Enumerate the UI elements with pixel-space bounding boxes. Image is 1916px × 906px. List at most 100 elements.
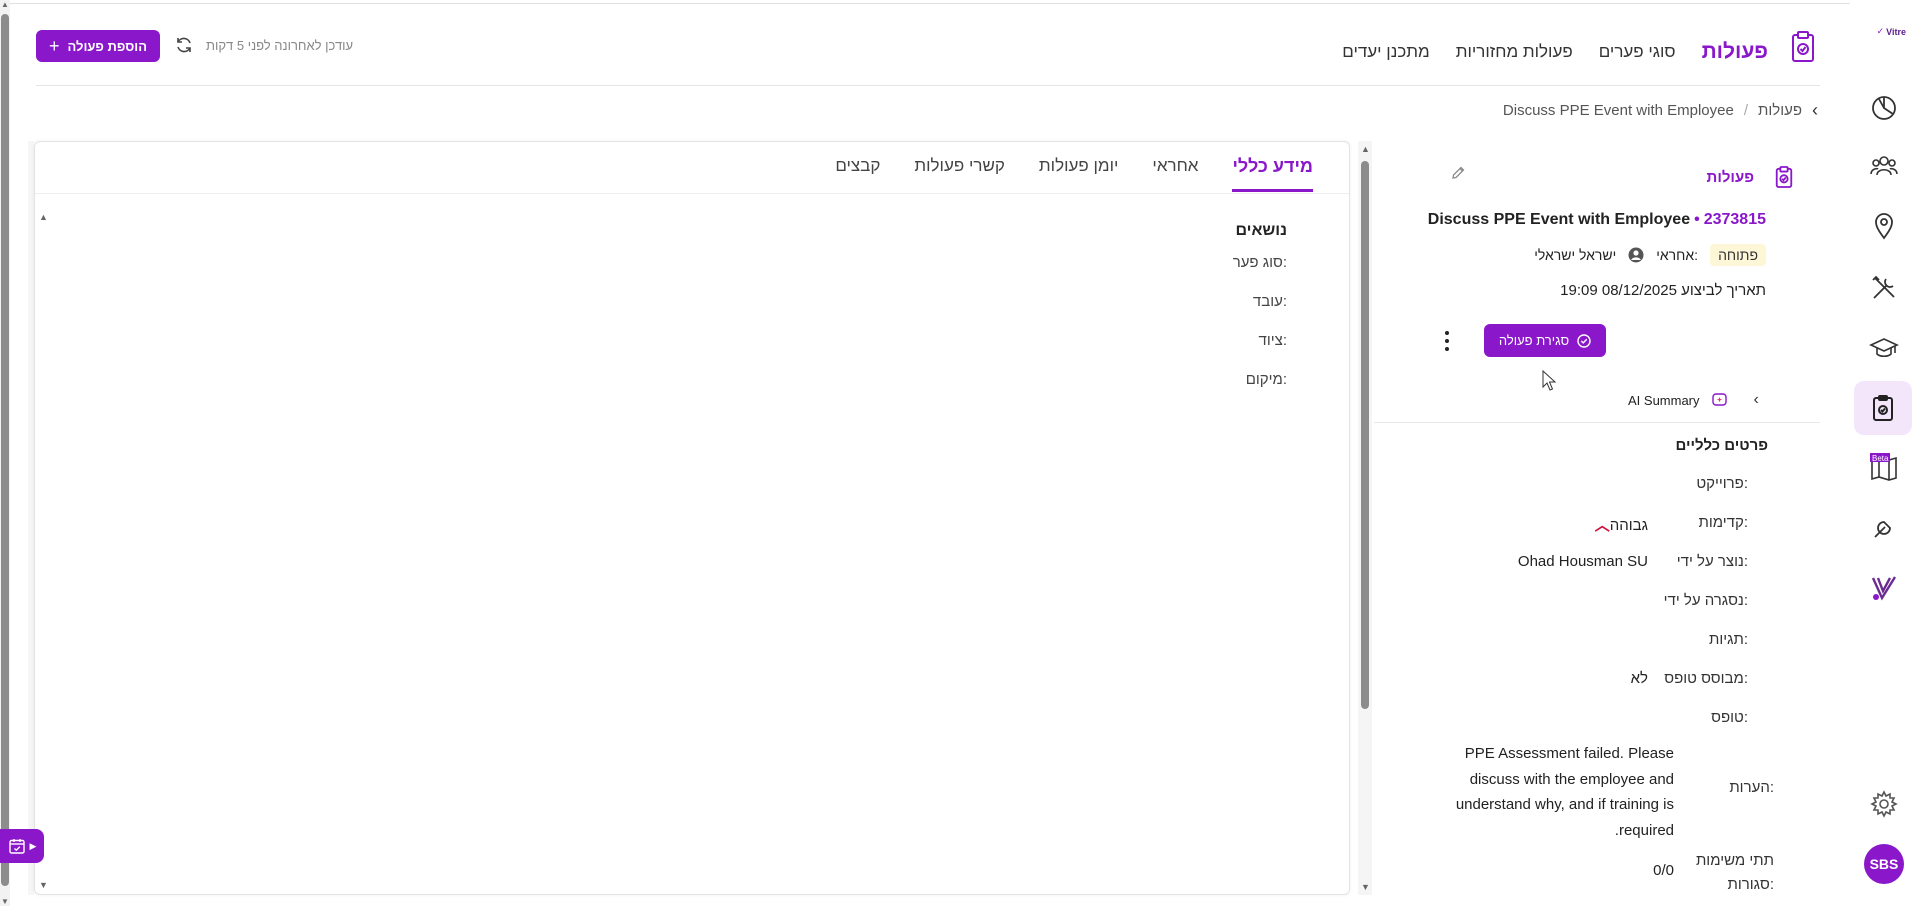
owner-name[interactable]: ישראל ישראלי [1534, 247, 1616, 263]
detail-tags-label: תגיות: [1708, 631, 1748, 648]
due-date: תאריך לביצוע 08/12/2025 19:09 [1560, 282, 1766, 299]
panel-category-row: פעולות [1707, 165, 1794, 189]
topic-gap-type-label: סוג פער: [1232, 254, 1287, 271]
due-date-label: תאריך לביצוע [1681, 282, 1766, 299]
user-avatar[interactable]: SBS [1864, 844, 1904, 884]
panel-scroll-up-arrow[interactable]: ▲ [39, 212, 48, 222]
mouse-cursor-icon [1542, 370, 1557, 391]
tools-icon[interactable] [1864, 268, 1904, 308]
close-action-button[interactable]: סגירת פעולה [1484, 324, 1606, 357]
details-scroll-thumb[interactable] [1361, 161, 1369, 709]
top-border [10, 3, 1916, 4]
priority-text: גבוהה [1609, 517, 1648, 534]
topics-heading: נושאים [1235, 222, 1287, 239]
priority-up-icon: ︿ [1594, 517, 1610, 534]
panel-category-label: פעולות [1706, 168, 1754, 186]
action-title: 2373815•Discuss PPE Event with Employee [1428, 211, 1766, 229]
breadcrumb-root[interactable]: פעולות [1758, 102, 1802, 119]
title-dot: • [1694, 211, 1700, 228]
notes-line: understand why, and if training is [1455, 796, 1674, 813]
header-nav: פעולות סוגי פערים פעולות מחזוריות מתכנן … [1342, 40, 1768, 64]
detail-project: פרוייקט: [1374, 475, 1794, 514]
calendar-check-icon [8, 839, 25, 854]
general-details-heading: פרטים כלליים [1675, 437, 1769, 454]
more-options-icon[interactable] [1440, 328, 1454, 354]
topic-employee-label: עובד: [1252, 293, 1287, 310]
status-row: פתוחה אחראי: ישראל ישראלי [1534, 244, 1766, 266]
tab-action-links[interactable]: קשרי פעולות [914, 156, 1005, 192]
tab-general-info[interactable]: מידע כללי [1232, 156, 1313, 192]
location-icon[interactable] [1864, 206, 1904, 246]
training-icon[interactable] [1864, 328, 1904, 368]
chevron-back-icon[interactable]: ‹ [1812, 100, 1818, 121]
team-icon[interactable] [1864, 146, 1904, 186]
breadcrumb-separator: / [1743, 102, 1749, 119]
window-scrollbar[interactable]: ▲ ▼ [0, 0, 10, 906]
edit-pencil-icon[interactable] [1450, 165, 1466, 181]
refresh-icon[interactable] [174, 35, 194, 55]
detail-tags: תגיות: [1374, 631, 1794, 670]
map-icon[interactable]: Beta [1864, 448, 1904, 488]
actions-category-icon [1775, 166, 1793, 188]
last-updated-text: עודכן לאחרונה לפני 5 דקות [206, 38, 354, 53]
details-scroll-up-arrow[interactable]: ▲ [1361, 144, 1370, 154]
header-divider [36, 85, 1820, 86]
detail-form-based-value: לא [1630, 670, 1648, 687]
add-action-button[interactable]: + הוספת פעולה [36, 30, 160, 62]
nav-goal-planner[interactable]: מתכנן יעדים [1342, 42, 1429, 62]
subtasks-label-line-2: סגורות: [1727, 876, 1774, 893]
topics-section: נושאים סוג פער: עובד: ציוד: מיקום: [1233, 222, 1287, 410]
svg-text:Beta: Beta [1872, 454, 1889, 463]
topic-equipment-label: ציוד: [1258, 332, 1287, 349]
close-action-label: סגירת פעולה [1498, 333, 1570, 348]
nav-gap-types[interactable]: סוגי פערים [1599, 42, 1676, 62]
breadcrumb-current: Discuss PPE Event with Employee [1502, 102, 1734, 119]
detail-closed-by-label: נסגרה על ידי: [1663, 592, 1748, 609]
subtasks-label-line-1: תתי משימות [1695, 852, 1774, 869]
tab-files[interactable]: קבצים [835, 156, 880, 192]
user-circle-icon [1628, 247, 1644, 263]
details-divider [1374, 422, 1820, 423]
detail-closed-by: נסגרה על ידי: [1374, 592, 1794, 631]
subtasks-label: תתי משימות סגורות: [1696, 849, 1774, 897]
wrench-icon[interactable] [1864, 508, 1904, 548]
action-id: 2373815 [1703, 211, 1766, 228]
notes-label: הערות: [1729, 779, 1774, 796]
subtasks-value: 0/0 [1653, 862, 1674, 879]
nav-actions[interactable]: פעולות [1702, 40, 1768, 64]
window-scroll-thumb[interactable] [1, 14, 9, 886]
calendar-widget-button[interactable]: ▶ [0, 829, 44, 863]
details-scroll-down-arrow[interactable]: ▼ [1361, 882, 1370, 892]
app-sidebar: ✓ Vitre Beta SBS [1850, 0, 1916, 906]
notes-line: .required [1614, 821, 1674, 839]
breadcrumb: ‹ פעולות / Discuss PPE Event with Employ… [1503, 100, 1818, 121]
detail-created-by-value: Ohad Housman SU [1517, 553, 1648, 570]
vitre-v-icon[interactable] [1864, 568, 1904, 608]
settings-icon[interactable] [1864, 784, 1904, 824]
actions-icon[interactable] [1854, 381, 1912, 435]
chevron-left-icon: ‹ [1753, 391, 1759, 408]
ai-sparkle-icon [1711, 393, 1727, 406]
scroll-up-arrow[interactable]: ▲ [1, 0, 9, 9]
detail-created-by: נוצר על ידי: Ohad Housman SU [1374, 553, 1794, 592]
action-details-panel: פעולות 2373815•Discuss PPE Event with Em… [1374, 141, 1820, 895]
detail-form-based-label: מבוסס טופס: [1664, 670, 1748, 687]
action-title-text: Discuss PPE Event with Employee [1427, 211, 1691, 228]
tabs-divider [35, 193, 1349, 194]
details-scrollbar[interactable]: ▲ ▼ [1358, 141, 1372, 895]
tab-action-log[interactable]: יומן פעולות [1039, 156, 1119, 192]
expand-arrow-icon: ▶ [29, 840, 37, 851]
due-date-value: 08/12/2025 19:09 [1560, 282, 1677, 299]
topic-location-label: מיקום: [1245, 371, 1287, 388]
notes-line: discuss with the employee and [1469, 770, 1674, 788]
ai-summary-toggle[interactable]: AI Summary ‹ [1628, 391, 1759, 409]
brand-logo[interactable]: ✓ Vitre [1877, 26, 1906, 37]
panel-scroll-down-arrow[interactable]: ▼ [39, 880, 48, 890]
chart-icon[interactable] [1864, 88, 1904, 128]
detail-created-by-label: נוצר על ידי: [1676, 553, 1748, 570]
tab-responsible[interactable]: אחראי [1152, 156, 1198, 192]
scroll-down-arrow[interactable]: ▼ [1, 897, 9, 906]
nav-recurring-actions[interactable]: פעולות מחזוריות [1456, 42, 1573, 62]
detail-form-label: טופס: [1711, 709, 1748, 726]
detail-form-based: מבוסס טופס: לא [1374, 670, 1794, 709]
